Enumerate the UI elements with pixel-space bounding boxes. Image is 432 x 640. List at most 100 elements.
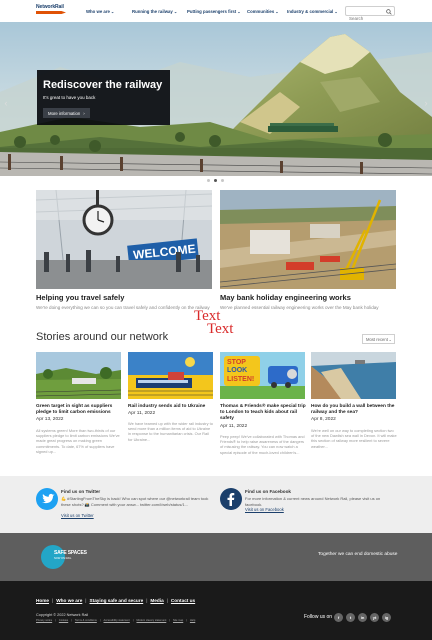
overlay-text: Text Text [192, 309, 252, 339]
footer-link-media[interactable]: Media [150, 598, 163, 603]
visit-facebook-link[interactable]: Visit us on Facebook [245, 507, 284, 512]
feature-image-station[interactable]: WELCOME [36, 190, 212, 289]
hero-subtitle: It's great to have you back [43, 95, 96, 100]
story-image[interactable]: STOP LOOK LISTEN! [220, 352, 305, 399]
legal-link[interactable]: Cookies [59, 619, 68, 622]
legal-link[interactable]: Accessibility statement [104, 619, 130, 622]
story-image[interactable] [36, 352, 121, 399]
svg-text:LOOK: LOOK [227, 367, 247, 374]
story-date: Apr 11, 2022 [128, 411, 156, 416]
legal-link[interactable]: Site map [173, 619, 183, 622]
feature-image-engineering[interactable] [220, 190, 396, 289]
hero-title: Rediscover the railway [43, 79, 163, 91]
sea-wall-photo [311, 352, 396, 399]
social-band: Find us on Twitter 💪 #StartingFromTheSky… [0, 476, 432, 533]
nav-item-putting-passengers-first[interactable]: Putting passengers first ⌄ [187, 0, 247, 22]
green-target-photo [36, 352, 121, 399]
ukraine-aid-illustration [128, 352, 213, 399]
footer-links: Home | Who we are | Staying safe and secur… [36, 598, 196, 603]
twitter-icon[interactable] [36, 488, 58, 510]
story-image[interactable] [311, 352, 396, 399]
facebook-icon[interactable] [220, 488, 242, 510]
safe-spaces-logo-text: SAFE SPACES [54, 550, 87, 556]
site-header: NetworkRail Who we are ⌄ Running the rail… [0, 0, 432, 23]
copyright: Copyright © 2022 Network Rail [36, 613, 89, 617]
story-excerpt: All systems green! More than two-thirds … [36, 428, 120, 454]
nav-item-communities[interactable]: Communities ⌄ [247, 0, 287, 22]
stories-heading: Stories around our network [36, 331, 169, 343]
safe-spaces-logo-small: NOW ON RAIL [54, 557, 72, 560]
chevron-down-icon: ⌄ [237, 9, 241, 14]
story-date: Apr 11, 2022 [220, 424, 248, 429]
nav-item-running-the-railway[interactable]: Running the railway ⌄ [132, 0, 187, 22]
feature-description: We're doing everything we can so you can… [36, 305, 210, 310]
feature-title[interactable]: Helping you travel safely [36, 293, 124, 302]
linkedin-icon[interactable]: in [358, 613, 367, 622]
feature-title[interactable]: May bank holiday engineering works [220, 293, 351, 302]
follow-us-label: Follow us on [304, 614, 333, 620]
legal-link[interactable]: Privacy notice [36, 619, 52, 622]
chevron-down-icon: ⌄ [388, 337, 392, 342]
footer-link-home[interactable]: Home [36, 598, 49, 603]
safe-spaces-tagline[interactable]: Together we can end domestic abuse [318, 552, 397, 557]
carousel-dot-active[interactable] [214, 179, 217, 182]
twitter-icon[interactable]: t [346, 613, 355, 622]
twitter-heading: Find us on Twitter [61, 489, 101, 494]
svg-text:STOP: STOP [227, 359, 246, 366]
main-nav: Who we are ⌄ Running the railway ⌄ Putting… [76, 0, 369, 22]
chevron-down-icon: ⌄ [334, 9, 338, 14]
facebook-icon[interactable]: f [334, 613, 343, 622]
story-title[interactable]: Green target in sight as suppliers pledg… [36, 404, 122, 416]
carousel-dot[interactable] [207, 179, 210, 182]
hero-carousel: ‹ › Rediscover the railway It's great to… [0, 22, 432, 176]
story-title[interactable]: How do you build a wall between the rail… [311, 404, 397, 416]
story-title[interactable]: Rail industry sends aid to Ukraine [128, 404, 214, 410]
search-icon[interactable] [386, 8, 392, 15]
story-excerpt: Peep peep! We've collaborated with Thoma… [220, 434, 305, 455]
instagram-icon[interactable]: ig [382, 613, 391, 622]
story-image[interactable] [128, 352, 213, 399]
follow-icons: f t in yt ig [334, 613, 391, 622]
visit-twitter-link[interactable]: Visit us on Twitter [61, 513, 94, 518]
facebook-text: For more information & current news arou… [245, 496, 381, 507]
footer-link-who-we-are[interactable]: Who we are [56, 598, 82, 603]
logo-arrow-icon [36, 11, 66, 14]
chevron-down-icon: ⌄ [110, 9, 115, 14]
carousel-dot[interactable] [221, 179, 224, 182]
carousel-dots [207, 179, 224, 182]
sort-select[interactable]: Most recent ⌄ [362, 334, 395, 344]
carousel-next-icon[interactable]: › [422, 98, 430, 108]
chevron-down-icon: ⌄ [275, 9, 279, 14]
overlay-text-line: Text [207, 321, 234, 337]
facebook-heading: Find us on Facebook [245, 489, 291, 494]
arrow-right-icon: › [83, 110, 85, 116]
story-excerpt: We have teamed up with the wider rail in… [128, 421, 213, 442]
twitter-text: 💪 #StartingFromTheSky is back! Who can s… [61, 496, 209, 507]
footer-link-staying-safe[interactable]: Staying safe and secure [90, 598, 144, 603]
network-rail-logo[interactable]: NetworkRail [36, 4, 74, 16]
footer-link-contact[interactable]: Contact us [171, 598, 195, 603]
search-box [345, 6, 395, 23]
hero-card: Rediscover the railway It's great to hav… [37, 70, 170, 125]
legal-link[interactable]: Modern slavery statement [136, 619, 166, 622]
story-date: Apr 8, 2022 [311, 417, 336, 422]
legal-link[interactable]: Terms & conditions [75, 619, 97, 622]
story-title[interactable]: Thomas & Friends® make special trip to L… [220, 404, 306, 422]
site-footer: Home | Who we are | Staying safe and secur… [0, 581, 432, 640]
legal-link[interactable]: Help [190, 619, 195, 622]
nav-item-who-we-are[interactable]: Who we are ⌄ [86, 0, 132, 22]
logo-text: NetworkRail [36, 4, 64, 10]
safe-spaces-band: SAFE SPACES NOW ON RAIL [0, 533, 432, 581]
svg-text:LISTEN!: LISTEN! [227, 376, 254, 383]
legal-links: Privacy notice | Cookies | Terms & conditi… [36, 619, 196, 622]
story-excerpt: We're well on our way to completing sect… [311, 428, 397, 449]
youtube-icon[interactable]: yt [370, 613, 379, 622]
engineering-photo [220, 190, 396, 289]
chevron-down-icon: ⌄ [173, 9, 178, 14]
story-date: Apr 13, 2022 [36, 417, 64, 422]
carousel-prev-icon[interactable]: ‹ [2, 98, 10, 108]
more-information-button[interactable]: More information › [43, 108, 90, 118]
nav-item-industry-commercial[interactable]: Industry & commercial ⌄ [287, 0, 345, 22]
thomas-friends-illustration: STOP LOOK LISTEN! [220, 352, 305, 399]
station-photo: WELCOME [36, 190, 212, 289]
